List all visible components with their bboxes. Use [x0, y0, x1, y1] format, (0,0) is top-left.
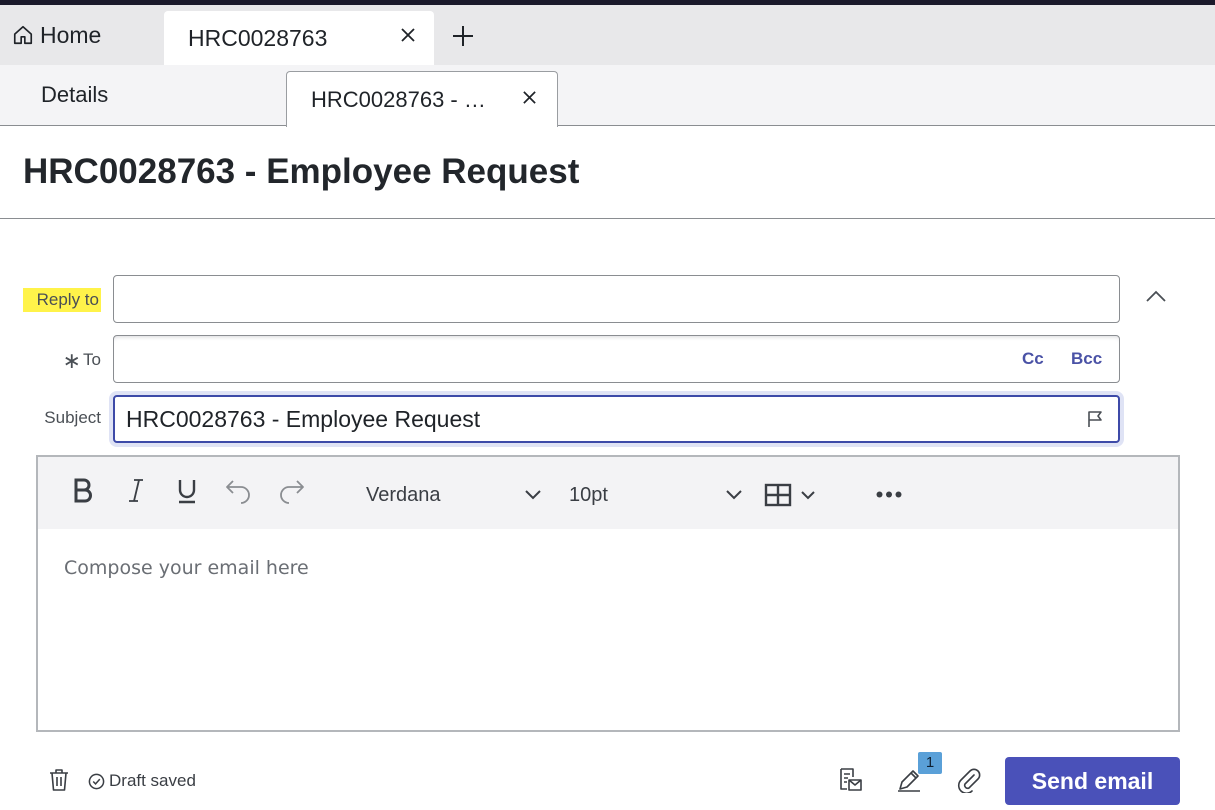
cc-button[interactable]: Cc [1022, 349, 1044, 369]
to-label-text: To [83, 350, 101, 369]
flag-icon[interactable] [1086, 410, 1104, 428]
trash-icon[interactable] [48, 768, 70, 792]
attachment-icon[interactable] [957, 767, 981, 793]
tab-details-label: Details [41, 82, 109, 107]
email-editor[interactable]: Verdana 10pt Compose your email here [36, 455, 1180, 732]
undo-button[interactable] [224, 477, 252, 505]
tab-record-label: HRC0028763 [188, 24, 328, 51]
reply-to-input[interactable] [126, 284, 1066, 314]
font-size-select[interactable]: 10pt [569, 484, 747, 507]
editor-toolbar: Verdana 10pt [38, 457, 1178, 529]
template-icon[interactable] [837, 767, 863, 793]
send-email-button[interactable]: Send email [1005, 757, 1180, 805]
tab-compose-label: HRC0028763 - … [311, 86, 486, 112]
table-icon [764, 483, 792, 507]
tab-home-label: Home [40, 21, 102, 48]
subject-label: Subject [44, 408, 101, 427]
reply-to-label: Reply to [22, 288, 101, 312]
redo-button[interactable] [278, 477, 306, 505]
check-circle-icon [88, 773, 105, 789]
undo-icon [226, 480, 250, 504]
bcc-button[interactable]: Bcc [1071, 349, 1102, 369]
tab-home[interactable]: Home [12, 5, 101, 65]
chevron-down-icon [801, 490, 815, 499]
editor-placeholder: Compose your email here [64, 557, 309, 579]
to-label: ∗ To [63, 348, 101, 374]
home-icon [13, 25, 33, 45]
more-options-button[interactable] [876, 491, 902, 498]
bold-button[interactable] [72, 477, 94, 503]
redo-icon [280, 480, 304, 504]
bold-icon [74, 478, 92, 503]
to-field[interactable]: Cc Bcc [113, 335, 1120, 383]
primary-tab-bar: Home HRC0028763 [0, 5, 1215, 65]
chevron-down-icon [525, 490, 541, 500]
add-tab-icon[interactable] [452, 25, 474, 47]
insert-table-button[interactable] [764, 483, 816, 507]
italic-icon [129, 479, 143, 502]
tab-details[interactable]: Details [41, 65, 108, 125]
required-mark: ∗ [62, 348, 82, 373]
draft-status: Draft saved [88, 771, 196, 791]
subject-field[interactable] [113, 395, 1120, 443]
tab-compose[interactable]: HRC0028763 - … [286, 71, 558, 127]
close-icon[interactable] [522, 90, 537, 105]
page-title: HRC0028763 - Employee Request [23, 152, 580, 191]
secondary-tab-bar: Details HRC0028763 - … [0, 65, 1215, 127]
to-input[interactable] [126, 344, 1006, 374]
italic-button[interactable] [126, 477, 146, 503]
reply-to-field[interactable] [113, 275, 1120, 323]
divider [0, 218, 1215, 219]
subject-input[interactable] [126, 404, 1066, 434]
font-size-value: 10pt [569, 484, 608, 506]
draft-status-text: Draft saved [109, 771, 196, 790]
underline-button[interactable] [176, 477, 198, 505]
chevron-down-icon [726, 490, 742, 500]
tab-record[interactable]: HRC0028763 [164, 11, 434, 65]
underline-icon [178, 480, 196, 504]
signature-count-badge: 1 [918, 752, 942, 774]
close-icon[interactable] [400, 27, 416, 43]
font-family-select[interactable]: Verdana [366, 484, 544, 507]
chevron-up-icon[interactable] [1144, 288, 1168, 304]
more-icon [876, 491, 902, 498]
font-family-value: Verdana [366, 484, 441, 506]
